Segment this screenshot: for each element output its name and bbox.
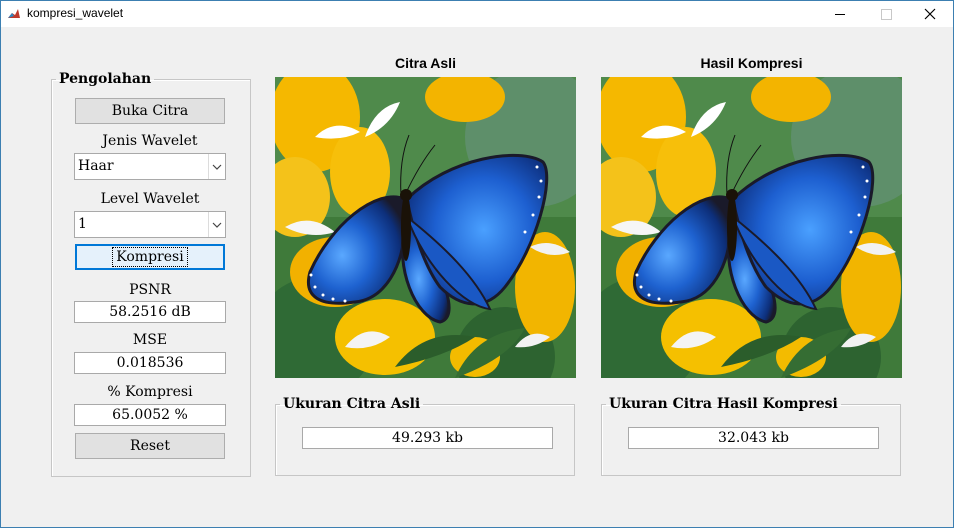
reset-button-label: Reset <box>130 438 170 454</box>
compression-percent-field[interactable]: 65.0052 % <box>74 404 226 426</box>
minimize-button[interactable] <box>817 1 863 27</box>
open-image-button[interactable]: Buka Citra <box>75 98 225 124</box>
wavelet-type-value: Haar <box>78 158 114 174</box>
original-size-field[interactable]: 49.293 kb <box>302 427 553 449</box>
close-icon <box>924 8 936 20</box>
open-image-button-label: Buka Citra <box>111 103 189 119</box>
wavelet-level-dropdown[interactable]: 1 <box>74 211 226 238</box>
compressed-image-title: Hasil Kompresi <box>700 55 803 71</box>
chevron-down-icon[interactable] <box>208 154 225 179</box>
compress-button[interactable]: Kompresi <box>75 244 225 270</box>
wavelet-type-dropdown[interactable]: Haar <box>74 153 226 180</box>
processing-panel-legend: Pengolahan <box>59 71 152 87</box>
matlab-app-icon <box>7 7 21 21</box>
minimize-icon <box>835 13 845 15</box>
original-image <box>275 77 576 378</box>
psnr-label: PSNR <box>129 282 171 298</box>
butterfly-image <box>601 77 902 378</box>
original-image-title: Citra Asli <box>395 55 456 71</box>
original-size-legend: Ukuran Citra Asli <box>283 396 421 412</box>
wavelet-type-label: Jenis Wavelet <box>102 133 198 149</box>
close-button[interactable] <box>907 1 953 27</box>
maximize-icon <box>880 8 892 20</box>
compress-button-label: Kompresi <box>112 247 188 267</box>
wavelet-level-value: 1 <box>78 216 87 232</box>
butterfly-image <box>275 77 576 378</box>
app-window: kompresi_wavelet Pengolahan Buka Citra J… <box>0 0 954 528</box>
reset-button[interactable]: Reset <box>75 433 225 459</box>
compressed-size-field[interactable]: 32.043 kb <box>628 427 879 449</box>
compression-percent-label: % Kompresi <box>107 384 193 400</box>
chevron-down-icon[interactable] <box>208 212 225 237</box>
window-title: kompresi_wavelet <box>27 6 124 20</box>
figure-content: Pengolahan Buka Citra Jenis Wavelet Haar… <box>2 27 952 527</box>
mse-field[interactable]: 0.018536 <box>74 352 226 374</box>
compressed-image <box>601 77 902 378</box>
compressed-size-legend: Ukuran Citra Hasil Kompresi <box>609 396 838 412</box>
title-bar: kompresi_wavelet <box>1 1 953 27</box>
psnr-field[interactable]: 58.2516 dB <box>74 301 226 323</box>
maximize-button[interactable] <box>863 1 909 27</box>
wavelet-level-label: Level Wavelet <box>100 191 200 207</box>
mse-label: MSE <box>132 332 168 348</box>
